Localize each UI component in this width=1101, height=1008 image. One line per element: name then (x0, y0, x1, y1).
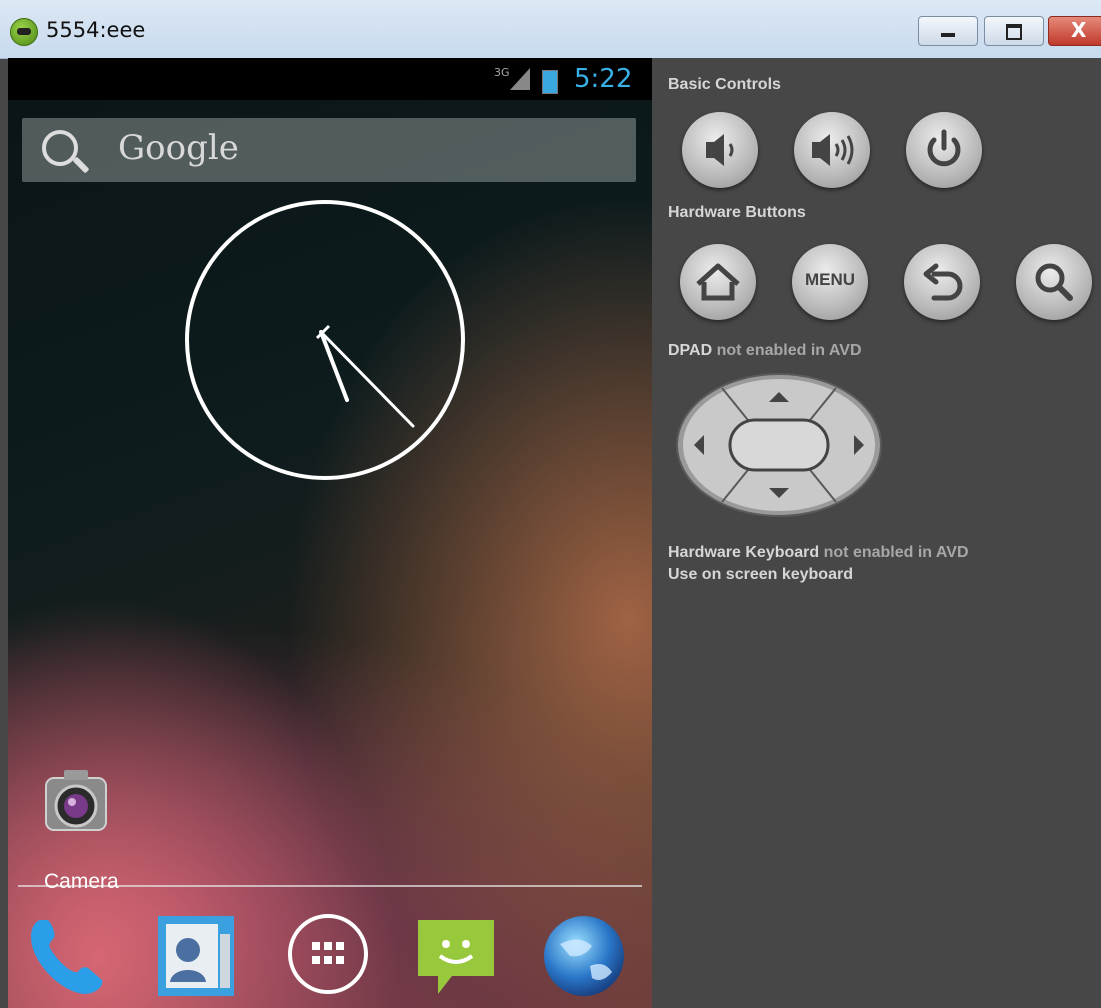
keyboard-status-line: Hardware Keyboard not enabled in AVD (668, 544, 969, 562)
dpad-status: not enabled in AVD (712, 342, 862, 359)
dpad[interactable] (674, 372, 884, 518)
network-type: 3G (494, 66, 510, 79)
phone-icon[interactable] (22, 910, 110, 998)
analog-clock-widget[interactable] (185, 200, 465, 480)
battery-icon (542, 70, 558, 94)
keyboard-status: not enabled in AVD (819, 544, 969, 561)
basic-controls-heading: Basic Controls (668, 76, 781, 93)
dpad-graphic (676, 373, 882, 517)
volume-down-icon (706, 134, 734, 166)
search-icon (42, 130, 78, 166)
search-button[interactable] (1016, 244, 1092, 320)
back-icon (923, 263, 963, 301)
app-drawer-icon[interactable] (284, 910, 372, 998)
messaging-icon[interactable] (412, 910, 500, 998)
status-bar: 3G 5:22 (8, 58, 652, 100)
clock-hands (315, 324, 415, 428)
window-title-bar: 5554:eee X (0, 0, 1101, 59)
volume-up-icon (812, 134, 854, 166)
maximize-button[interactable] (984, 16, 1044, 46)
home-button[interactable] (680, 244, 756, 320)
keyboard-hint: Use on screen keyboard (668, 566, 853, 583)
status-time: 5:22 (574, 64, 633, 94)
menu-button[interactable]: MENU (792, 244, 868, 320)
search-icon (1035, 263, 1073, 301)
dpad-title: DPAD (668, 342, 713, 359)
volume-down-button[interactable] (682, 112, 758, 188)
google-search-widget[interactable]: Google (22, 118, 636, 182)
power-button[interactable] (906, 112, 982, 188)
home-icon (696, 263, 740, 301)
hardware-buttons-heading: Hardware Buttons (668, 204, 806, 221)
power-icon (927, 129, 961, 167)
google-search-label: Google (118, 128, 239, 168)
dpad-heading: DPAD not enabled in AVD (668, 342, 862, 360)
keyboard-title: Hardware Keyboard (668, 544, 820, 561)
signal-icon (510, 68, 530, 90)
close-button[interactable]: X (1048, 16, 1101, 46)
emulator-controls-panel: Basic Controls Hardware Buttons MENU DPA… (652, 58, 1101, 1008)
contacts-icon[interactable] (152, 910, 240, 998)
volume-up-button[interactable] (794, 112, 870, 188)
minimize-button[interactable] (918, 16, 978, 46)
browser-icon[interactable] (540, 910, 628, 998)
emulator-screen[interactable]: 3G 5:22 Google Camera (8, 58, 652, 1008)
window-title: 5554:eee (46, 18, 146, 42)
close-icon: X (1071, 18, 1087, 42)
menu-button-label: MENU (804, 270, 856, 289)
back-button[interactable] (904, 244, 980, 320)
home-dock (8, 898, 652, 1008)
camera-app-icon[interactable] (44, 764, 108, 844)
android-app-icon (10, 18, 38, 46)
camera-label: Camera (44, 870, 119, 893)
